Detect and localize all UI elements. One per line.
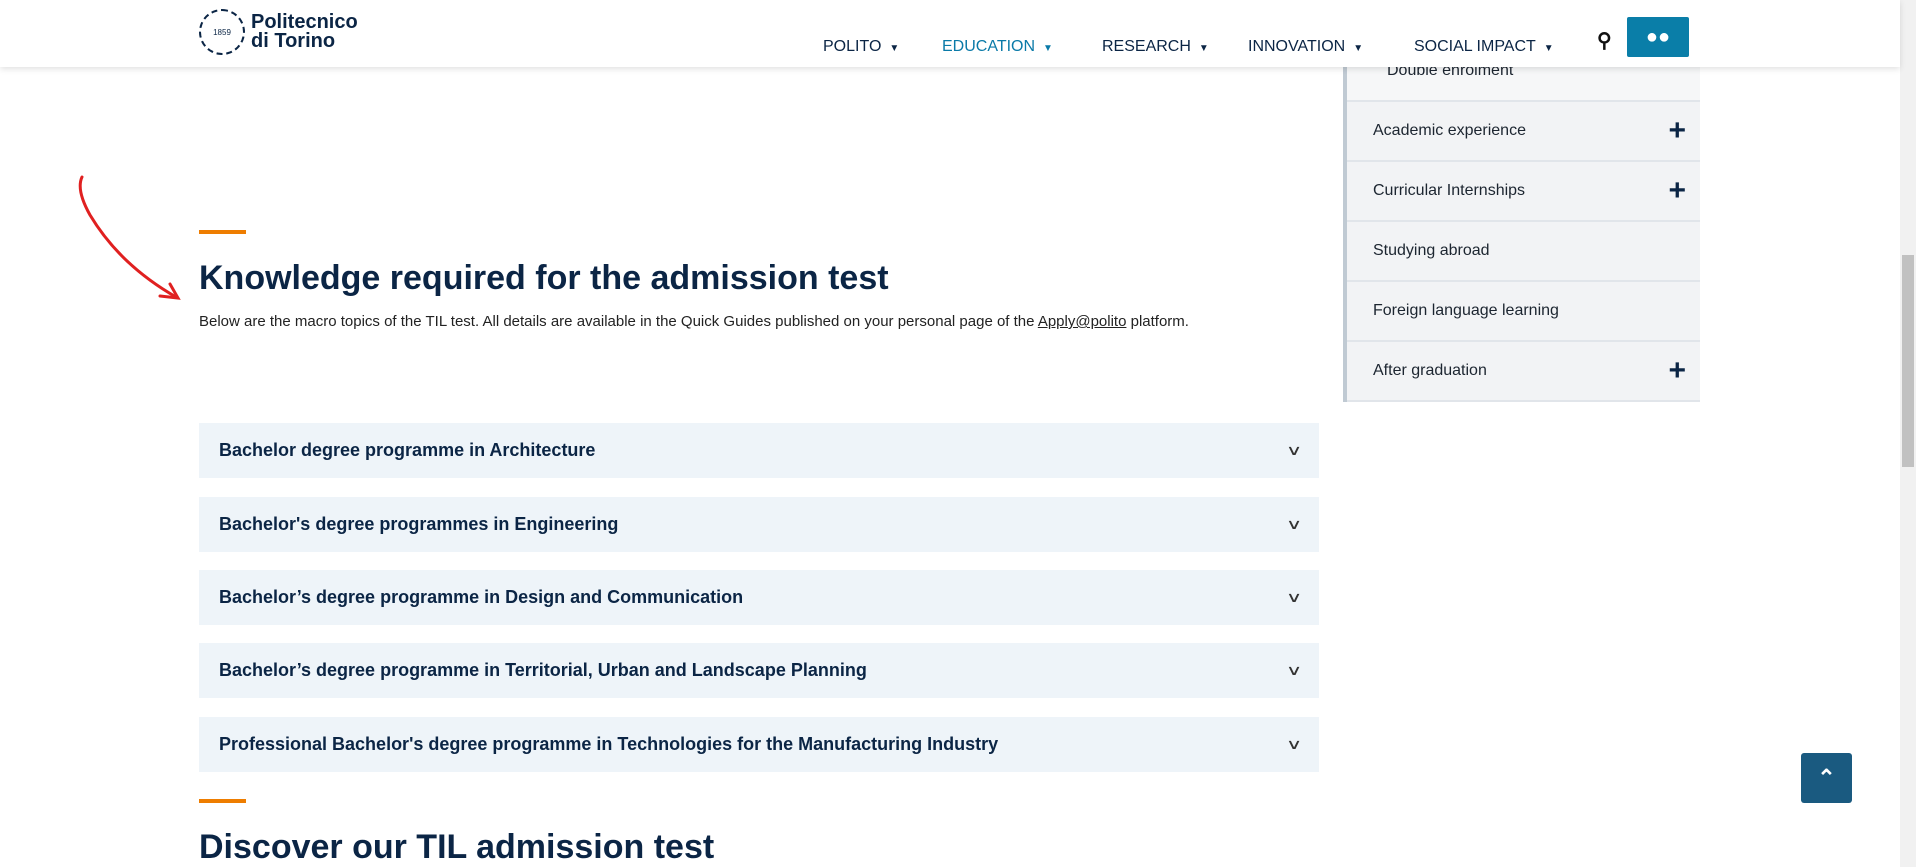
next-section-title: Discover our TIL admission test [199, 828, 715, 866]
accordion-design[interactable]: Bachelor’s degree programme in Design an… [199, 570, 1319, 625]
back-to-top-button[interactable]: ⌃ [1801, 753, 1852, 803]
sidebar-item-academic-experience[interactable]: Academic experience + [1347, 102, 1700, 162]
seal-icon: 1859 [199, 9, 245, 55]
chevron-down-icon: ∨ [1285, 516, 1303, 532]
plus-icon[interactable]: + [1668, 356, 1686, 386]
accordion-engineering[interactable]: Bachelor's degree programmes in Engineer… [199, 497, 1319, 552]
accordion-architecture[interactable]: Bachelor degree programme in Architectur… [199, 423, 1319, 478]
accordion-manufacturing[interactable]: Professional Bachelor's degree programme… [199, 717, 1319, 772]
chevron-down-icon: ▼ [1353, 43, 1364, 54]
section-title: Knowledge required for the admission tes… [199, 259, 889, 297]
scrollbar-thumb[interactable] [1902, 255, 1914, 467]
sidebar-item-foreign-language[interactable]: Foreign language learning [1347, 282, 1700, 342]
apply-polito-link[interactable]: Apply@polito [1038, 313, 1127, 330]
seal-year: 1859 [213, 27, 231, 37]
section-accent-bar [199, 799, 246, 803]
chevron-up-icon: ⌃ [1817, 765, 1836, 790]
chevron-down-icon: ∨ [1285, 442, 1303, 458]
nav-innovation[interactable]: INNOVATION ▼ [1248, 38, 1363, 56]
chevron-down-icon: ▼ [1198, 43, 1209, 54]
users-icon: ●● [1645, 25, 1671, 48]
sidebar-item-after-graduation[interactable]: After graduation + [1347, 342, 1700, 402]
chevron-down-icon: ∨ [1285, 662, 1303, 678]
site-header: 1859 Politecnico di Torino POLITO ▼ EDUCAT… [0, 0, 1900, 67]
chevron-down-icon: ▼ [889, 43, 900, 54]
scrollbar[interactable] [1900, 0, 1916, 867]
chevron-down-icon: ∨ [1285, 736, 1303, 752]
search-icon[interactable]: ⚲ [1597, 28, 1612, 53]
chevron-down-icon: ▼ [1043, 43, 1053, 54]
nav-education[interactable]: EDUCATION ▼ [942, 38, 1053, 56]
sidebar-item-studying-abroad[interactable]: Studying abroad [1347, 222, 1700, 282]
accordion-planning[interactable]: Bachelor’s degree programme in Territori… [199, 643, 1319, 698]
plus-icon[interactable]: + [1668, 176, 1686, 206]
chevron-down-icon: ▼ [1543, 43, 1554, 54]
sidebar-item-curricular-internships[interactable]: Curricular Internships + [1347, 162, 1700, 222]
politecnico-logo[interactable]: 1859 Politecnico di Torino [199, 9, 358, 55]
section-description: Below are the macro topics of the TIL te… [199, 313, 1189, 330]
nav-social-impact[interactable]: SOCIAL IMPACT ▼ [1414, 38, 1554, 56]
nav-research[interactable]: RESEARCH ▼ [1102, 38, 1209, 56]
section-accent-bar [199, 230, 246, 234]
logo-line2: di Torino [251, 30, 336, 52]
user-login-button[interactable]: ●● [1627, 17, 1689, 57]
sidebar-menu: Double enrolment Academic experience + Cu… [1343, 55, 1700, 402]
chevron-down-icon: ∨ [1285, 589, 1303, 605]
plus-icon[interactable]: + [1668, 116, 1686, 146]
nav-polito[interactable]: POLITO ▼ [823, 38, 899, 56]
